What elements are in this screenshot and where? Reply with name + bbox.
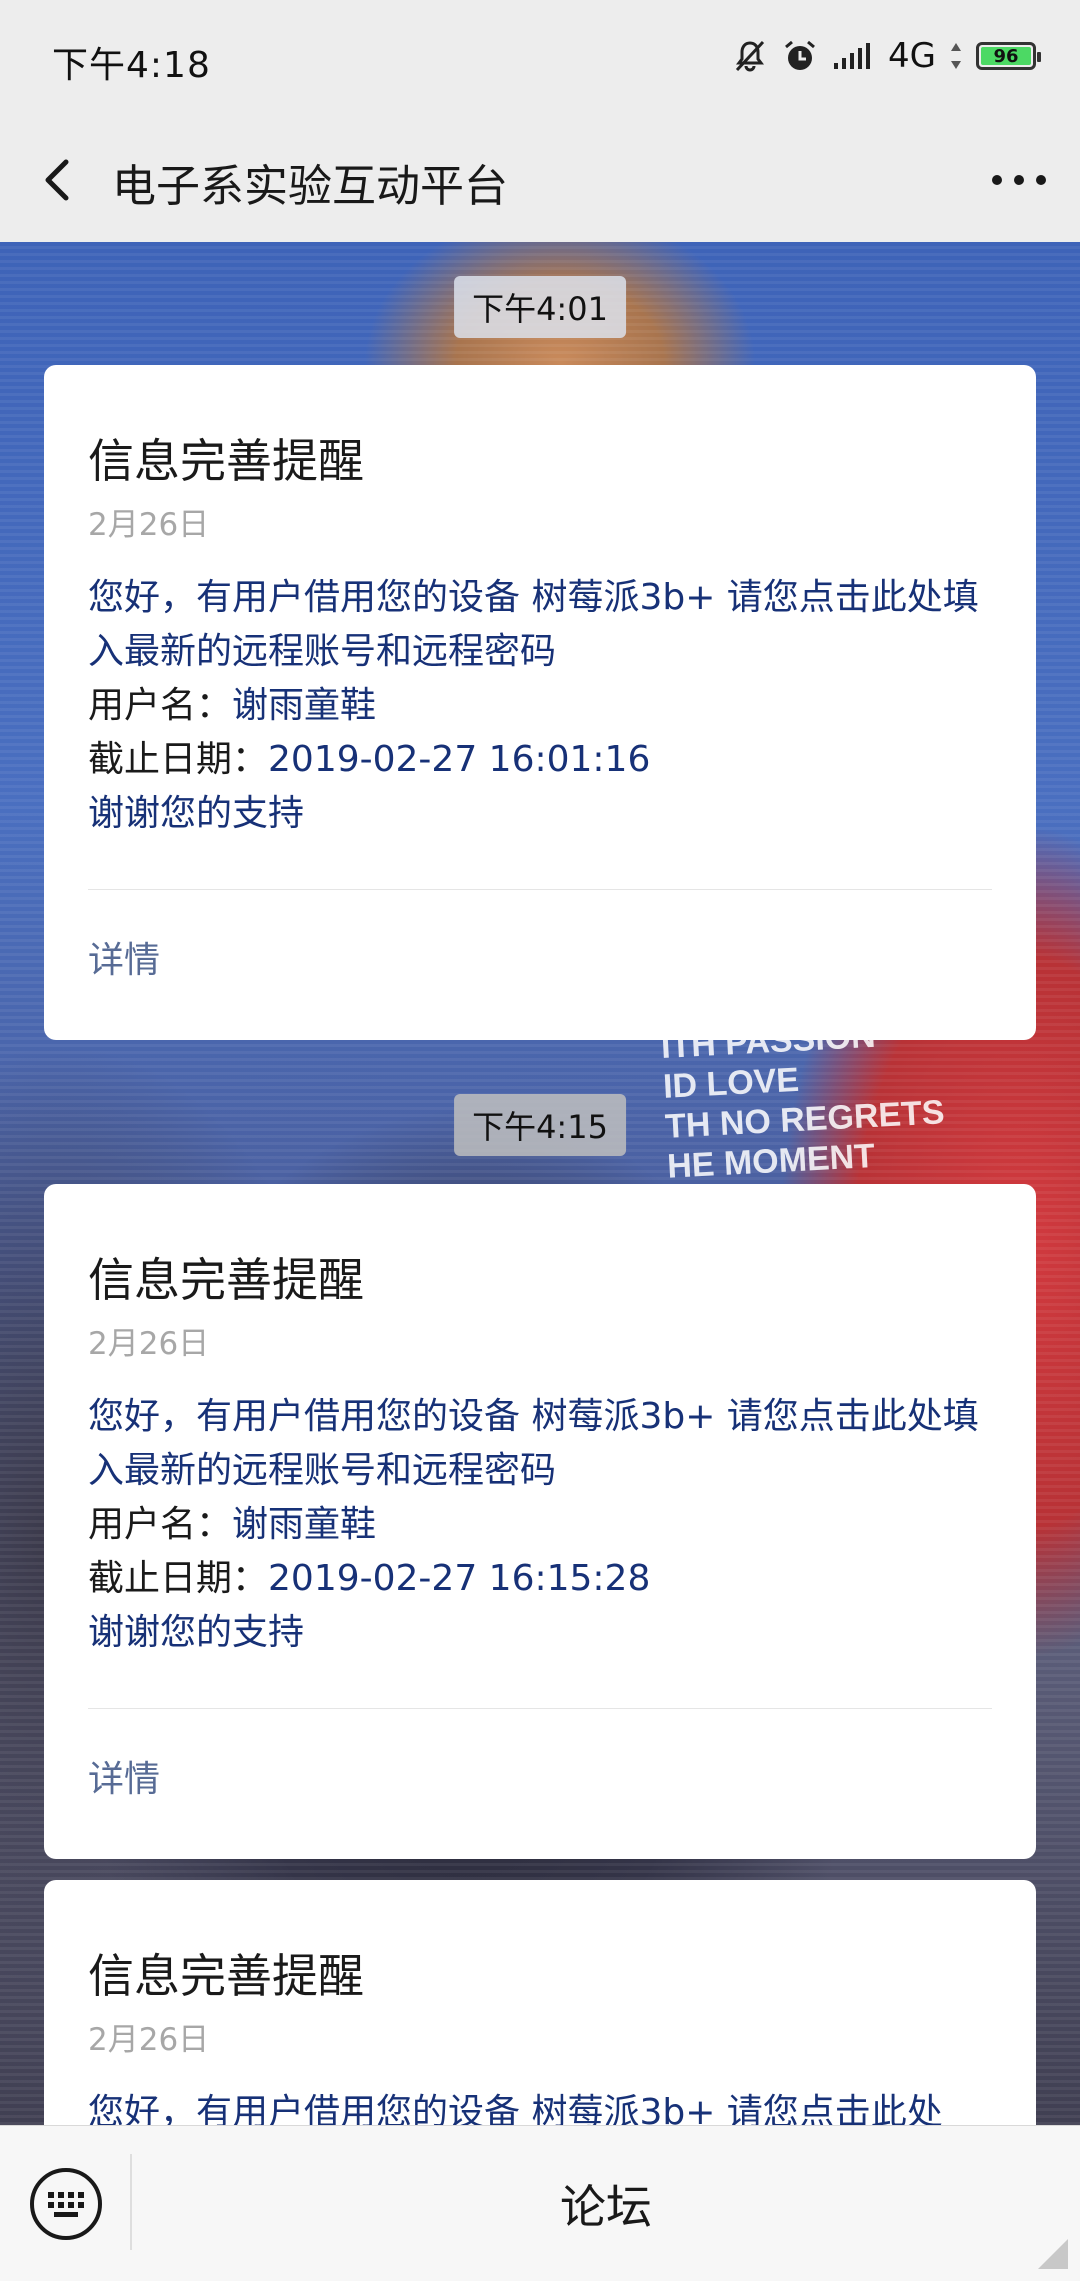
card-body: 您好，有用户借用您的设备 树莓派3b+ 请您点击此处 [88, 2086, 992, 2125]
template-message-card[interactable]: 信息完善提醒 2月26日 您好，有用户借用您的设备 树莓派3b+ 请您点击此处填… [44, 1184, 1036, 1859]
message-timestamp: 下午4:15 [454, 1094, 626, 1156]
chat-area[interactable]: ITH PASSION ID LOVE TH NO REGRETS HE MOM… [0, 242, 1080, 2125]
card-thanks: 谢谢您的支持 [88, 793, 305, 834]
card-thanks: 谢谢您的支持 [88, 1612, 305, 1653]
card-deadline-row: 截止日期：2019-02-27 16:15:28 [88, 1558, 651, 1599]
card-deadline-row: 截止日期：2019-02-27 16:01:16 [88, 739, 651, 780]
data-arrows-icon [951, 43, 961, 69]
page-title: 电子系实验互动平台 [112, 161, 508, 212]
status-time: 下午4:18 [52, 45, 211, 86]
network-type: 4G [888, 36, 936, 76]
card-user-row: 用户名：谢雨童鞋 [88, 685, 377, 726]
corner-grip-icon [1038, 2239, 1068, 2269]
battery-icon: 96 [976, 42, 1041, 70]
template-message-card[interactable]: 信息完善提醒 2月26日 您好，有用户借用您的设备 树莓派3b+ 请您点击此处填… [44, 365, 1036, 1040]
template-message-card[interactable]: 信息完善提醒 2月26日 您好，有用户借用您的设备 树莓派3b+ 请您点击此处 [44, 1880, 1036, 2125]
card-body: 您好，有用户借用您的设备 树莓派3b+ 请您点击此处填入最新的远程账号和远程密码… [88, 1390, 992, 1660]
card-body: 您好，有用户借用您的设备 树莓派3b+ 请您点击此处填入最新的远程账号和远程密码… [88, 571, 992, 841]
card-message-text: 您好，有用户借用您的设备 树莓派3b+ 请您点击此处 [88, 2092, 943, 2125]
mute-bell-icon [735, 40, 765, 72]
card-date: 2月26日 [88, 507, 210, 543]
battery-level: 96 [993, 45, 1019, 67]
card-message-text: 您好，有用户借用您的设备 树莓派3b+ 请您点击此处填入最新的远程账号和远程密码 [88, 1396, 979, 1491]
card-date: 2月26日 [88, 2022, 210, 2058]
alarm-icon [785, 40, 815, 70]
card-message-text: 您好，有用户借用您的设备 树莓派3b+ 请您点击此处填入最新的远程账号和远程密码 [88, 577, 979, 672]
message-timestamp: 下午4:01 [454, 276, 626, 338]
card-divider [88, 889, 992, 890]
keyboard-icon[interactable] [28, 2166, 104, 2242]
card-user-row: 用户名：谢雨童鞋 [88, 1504, 377, 1545]
card-title: 信息完善提醒 [88, 1253, 364, 1307]
card-title: 信息完善提醒 [88, 434, 364, 488]
status-icons: 4G 96 [732, 34, 1041, 78]
card-date: 2月26日 [88, 1326, 210, 1362]
card-detail-link[interactable]: 详情 [88, 936, 992, 986]
card-detail-link[interactable]: 详情 [88, 1755, 992, 1805]
card-divider [88, 1708, 992, 1709]
menu-item-forum[interactable]: 论坛 [132, 2126, 1080, 2281]
card-title: 信息完善提醒 [88, 1949, 364, 2003]
status-bar: 下午4:18 4G 96 [0, 0, 1080, 118]
signal-icon [834, 43, 871, 69]
more-options-icon[interactable] [984, 150, 1054, 210]
bottom-menu-bar: 论坛 [0, 2125, 1080, 2281]
navigation-bar: 电子系实验互动平台 [0, 118, 1080, 243]
back-arrow-icon[interactable] [30, 150, 90, 210]
